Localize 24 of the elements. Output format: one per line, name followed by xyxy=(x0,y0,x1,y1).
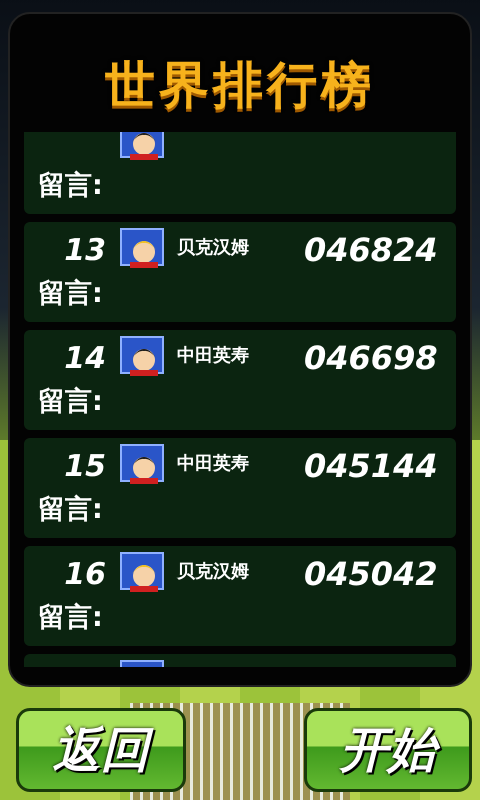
comment-label: 留言: xyxy=(38,169,103,203)
avatar-icon xyxy=(120,228,164,266)
player-name: 贝克汉姆 xyxy=(177,560,249,584)
start-button[interactable]: 开始 xyxy=(304,708,472,792)
comment-label: 留言: xyxy=(38,277,103,311)
player-name: 贝克汉姆 xyxy=(177,236,249,260)
comment-label: 留言: xyxy=(38,493,103,527)
rank-number: 15 xyxy=(64,448,106,486)
avatar-icon xyxy=(120,552,164,590)
score: 045144 xyxy=(304,446,438,487)
score: 045042 xyxy=(304,554,438,595)
avatar-icon xyxy=(120,444,164,482)
rank-number: 16 xyxy=(64,556,106,594)
player-name: 中田英寿 xyxy=(177,344,249,368)
rank-number: 13 xyxy=(64,232,106,270)
score: 046698 xyxy=(304,338,438,379)
comment-label: 留言: xyxy=(38,385,103,419)
player-name: 中田英寿 xyxy=(177,452,249,476)
leaderboard-title: 世界排行榜 xyxy=(104,55,376,116)
rank-number: 14 xyxy=(64,340,106,378)
back-button[interactable]: 返回 xyxy=(16,708,186,792)
comment-label: 留言: xyxy=(38,601,103,635)
avatar-icon xyxy=(120,336,164,374)
score: 046824 xyxy=(304,230,438,271)
